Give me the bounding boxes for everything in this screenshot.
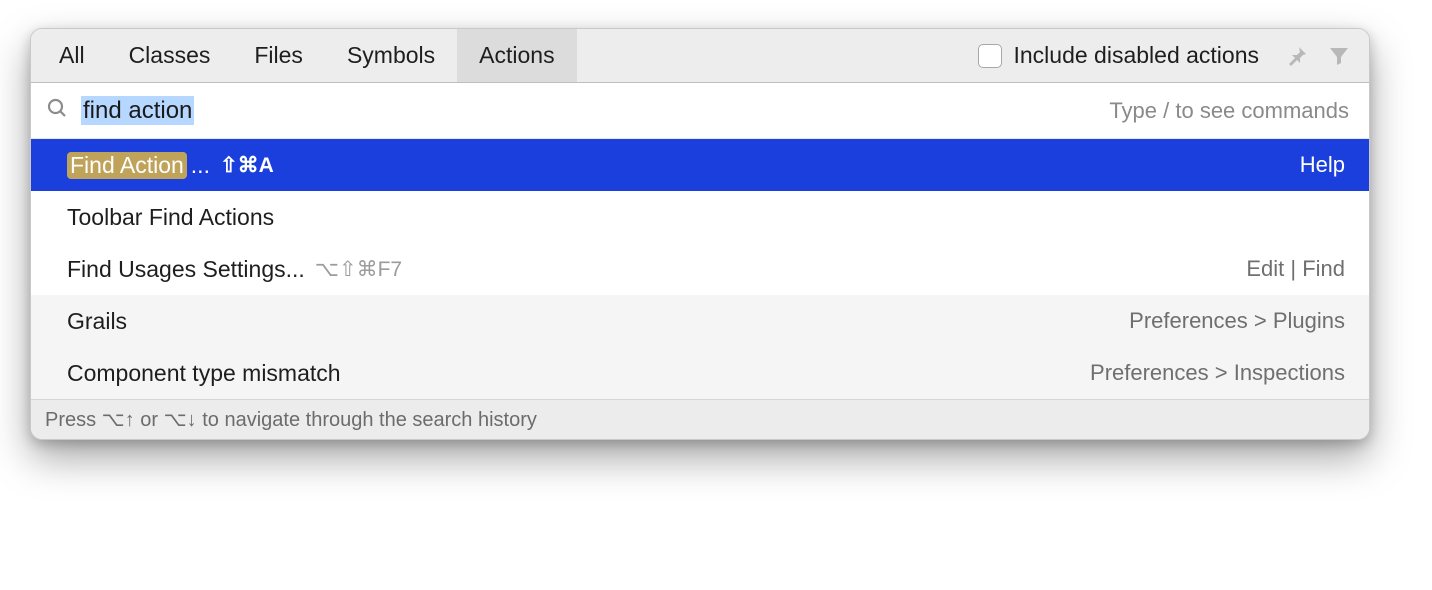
tab-files[interactable]: Files [232, 29, 325, 82]
search-everywhere-dialog: All Classes Files Symbols Actions Includ… [30, 28, 1370, 440]
result-origin: Edit | Find [1246, 256, 1345, 282]
result-label: Find Usages Settings... [67, 256, 305, 283]
toolbar-icons [1269, 29, 1369, 82]
footer-hint: Press ⌥↑ or ⌥↓ to navigate through the s… [31, 399, 1369, 439]
result-label: Toolbar Find Actions [67, 204, 274, 231]
search-hint: Type / to see commands [1109, 98, 1349, 124]
result-origin: Preferences > Plugins [1129, 308, 1345, 334]
result-shortcut: ⌥⇧⌘F7 [315, 257, 402, 282]
result-row[interactable]: Toolbar Find Actions [31, 191, 1369, 243]
result-origin: Help [1300, 152, 1345, 178]
include-disabled-label: Include disabled actions [1014, 42, 1260, 69]
result-label: Component type mismatch [67, 360, 341, 387]
tab-classes[interactable]: Classes [107, 29, 233, 82]
search-input-value: find action [81, 96, 194, 125]
include-disabled-wrap[interactable]: Include disabled actions [978, 29, 1270, 82]
include-disabled-checkbox[interactable] [978, 44, 1002, 68]
result-row[interactable]: Component type mismatch Preferences > In… [31, 347, 1369, 399]
pin-icon[interactable] [1285, 44, 1309, 68]
search-icon [45, 96, 69, 125]
tab-symbols[interactable]: Symbols [325, 29, 457, 82]
result-label: Grails [67, 308, 127, 335]
tab-all[interactable]: All [37, 29, 107, 82]
result-label-rest: ... [191, 152, 210, 179]
tab-actions[interactable]: Actions [457, 29, 576, 82]
results-list: Find Action... ⇧⌘A Help Toolbar Find Act… [31, 139, 1369, 399]
search-input[interactable]: find action [81, 97, 1109, 125]
result-shortcut: ⇧⌘A [220, 153, 274, 178]
result-origin: Preferences > Inspections [1090, 360, 1345, 386]
search-row: find action Type / to see commands [31, 83, 1369, 139]
result-row[interactable]: Find Action... ⇧⌘A Help [31, 139, 1369, 191]
result-label-highlight: Find Action [67, 152, 187, 179]
tabs-bar: All Classes Files Symbols Actions Includ… [31, 29, 1369, 83]
filter-icon[interactable] [1327, 44, 1351, 68]
result-row[interactable]: Find Usages Settings... ⌥⇧⌘F7 Edit | Fin… [31, 243, 1369, 295]
result-row[interactable]: Grails Preferences > Plugins [31, 295, 1369, 347]
